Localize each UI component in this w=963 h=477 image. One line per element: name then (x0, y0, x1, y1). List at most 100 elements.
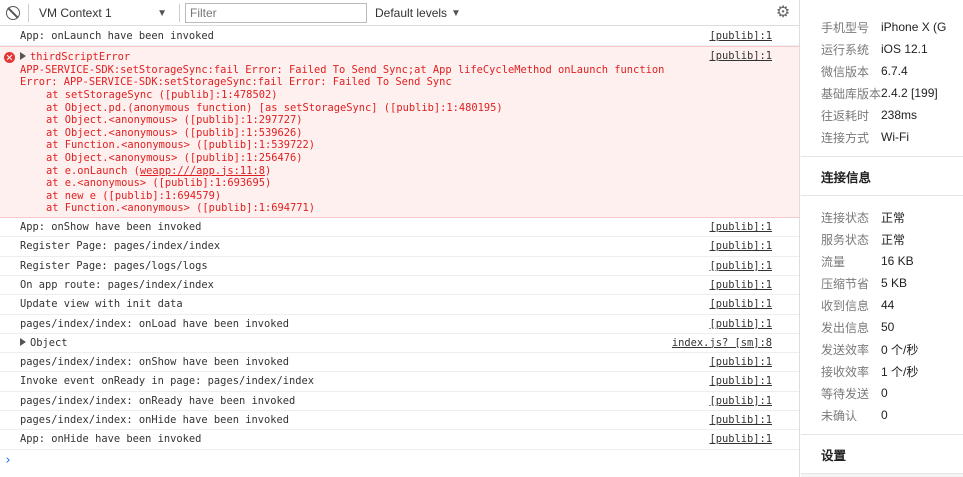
message-text: Register Page: pages/index/index (20, 240, 221, 253)
source-link[interactable]: [publib]:1 (709, 50, 772, 63)
info-row: 流量 16 KB (801, 250, 963, 272)
error-icon (4, 52, 15, 64)
stack-frame: at Function.<anonymous> ([publib]:1:5397… (20, 139, 799, 152)
log-levels-label: Default levels (375, 6, 448, 20)
source-link[interactable]: [publib]:1 (709, 221, 772, 234)
message-text: App: onHide have been invoked (20, 433, 202, 446)
info-key: 发出信息 (821, 320, 870, 335)
error-line-suffix: ) (264, 164, 272, 177)
log-message: On app route: pages/index/index [publib]:… (0, 276, 799, 296)
source-link[interactable]: [publib]:1 (709, 298, 772, 311)
info-value: 0 个/秒 (881, 342, 919, 357)
chevron-down-icon: ▼ (451, 7, 461, 19)
source-link[interactable]: [publib]:1 (709, 318, 772, 331)
info-value: 238ms (881, 108, 918, 122)
stack-frame: at e.<anonymous> ([publib]:1:693695) (20, 177, 799, 190)
info-value: 1 个/秒 (881, 364, 919, 379)
info-row: 连接状态 正常 (801, 206, 963, 228)
message-text: pages/index/index: onShow have been invo… (20, 356, 289, 369)
source-link[interactable]: index.js? [sm]:8 (672, 337, 772, 350)
info-key: 接收效率 (821, 364, 870, 379)
info-value: 16 KB (881, 254, 914, 268)
source-link[interactable]: [publib]:1 (709, 356, 772, 369)
info-key: 服务状态 (821, 232, 870, 247)
debug-info-panel: 手机型号 iPhone X (G 运行系统 iOS 12.1 微信版本 6.7.4 基础库版… (801, 0, 963, 477)
chevron-down-icon: ▼ (157, 7, 167, 19)
error-text: Error: APP-SERVICE-SDK:setStorageSync:fa… (20, 76, 799, 89)
log-message: Register Page: pages/index/index [publib]… (0, 237, 799, 257)
message-text: Register Page: pages/logs/logs (20, 259, 208, 272)
source-link[interactable]: [publib]:1 (709, 260, 772, 273)
settings-heading[interactable]: 设置 (801, 434, 963, 474)
context-select[interactable]: VM Context 1 ▼ (33, 4, 173, 22)
info-value: Wi-Fi (881, 130, 909, 144)
info-row: 收到信息 44 (801, 294, 963, 316)
error-line-text: at Function.<anonymous> ([publib]:1:5397… (46, 139, 315, 152)
info-key: 手机型号 (821, 20, 870, 35)
info-row: 基础库版本 2.4.2 [199] (801, 82, 963, 104)
stack-frame: at Function.<anonymous> ([publib]:1:6947… (20, 202, 799, 215)
stack-frame: at Object.<anonymous> ([publib]:1:297727… (20, 114, 799, 127)
info-key: 运行系统 (821, 42, 870, 57)
object-message[interactable]: Object index.js? [sm]:8 (0, 334, 799, 354)
expand-triangle-icon[interactable] (20, 337, 26, 346)
error-line-text: at e.<anonymous> ([publib]:1:693695) (46, 177, 272, 190)
error-line-text: at e.onLaunch ( (46, 164, 140, 177)
console-panel: VM Context 1 ▼ Default levels ▼ ⚙ App: o… (0, 0, 800, 477)
info-value: 正常 (881, 210, 906, 225)
info-key: 收到信息 (821, 298, 870, 313)
log-message: pages/index/index: onLoad have been invo… (0, 315, 799, 334)
gear-icon[interactable]: ⚙ (775, 5, 791, 21)
info-row: 未确认 0 (801, 404, 963, 426)
info-key: 往返耗时 (821, 108, 870, 123)
expand-triangle-icon[interactable] (20, 52, 26, 61)
console-messages: App: onLaunch have been invoked [publib]:… (0, 27, 799, 450)
console-toolbar: VM Context 1 ▼ Default levels ▼ ⚙ (0, 0, 799, 26)
device-info-section: 手机型号 iPhone X (G 运行系统 iOS 12.1 微信版本 6.7.4 基础库版… (801, 0, 963, 156)
source-link[interactable]: weapp:///app.js:11:8 (140, 165, 265, 177)
stack-frame: at Object.<anonymous> ([publib]:1:256476… (20, 152, 799, 165)
error-line-text: APP-SERVICE-SDK:setStorageSync:fail Erro… (20, 63, 665, 76)
info-key: 等待发送 (821, 386, 870, 401)
log-message: pages/index/index: onShow have been invo… (0, 353, 799, 373)
info-row: 服务状态 正常 (801, 228, 963, 250)
source-link[interactable]: [publib]:1 (709, 395, 772, 408)
log-message: Update view with init data [publib]:1 (0, 295, 799, 315)
info-value: 正常 (881, 232, 906, 247)
error-title-text: thirdScriptError (30, 51, 131, 64)
clear-console-icon[interactable] (6, 6, 20, 20)
connection-info-section: 连接状态 正常 服务状态 正常 流量 16 KB 压缩节省 5 KB 收到信息 44 发出信息 50 发… (801, 196, 963, 434)
log-message: App: onShow have been invoked [publib]:1 (0, 218, 799, 238)
object-label[interactable]: Object (30, 337, 68, 349)
info-value: 5 KB (881, 276, 908, 290)
info-value: 0 (881, 386, 888, 400)
info-value: iOS 12.1 (881, 42, 928, 56)
info-row: 压缩节省 5 KB (801, 272, 963, 294)
toolbar-divider (179, 4, 180, 22)
error-line-text: at new e ([publib]:1:694579) (46, 189, 222, 202)
info-value: iPhone X (G (881, 20, 947, 34)
info-value: 44 (881, 298, 895, 312)
stack-frame: at setStorageSync ([publib]:1:478502) (20, 89, 799, 102)
info-row: 手机型号 iPhone X (G (801, 16, 963, 38)
error-line-text: at Object.<anonymous> ([publib]:1:539626… (46, 126, 303, 139)
console-prompt[interactable]: › (4, 453, 12, 468)
info-row: 连接方式 Wi-Fi (801, 126, 963, 148)
source-link[interactable]: [publib]:1 (709, 433, 772, 446)
source-link[interactable]: [publib]:1 (709, 240, 772, 253)
message-text: Update view with init data (20, 298, 183, 311)
info-value: 6.7.4 (881, 64, 908, 78)
source-link[interactable]: [publib]:1 (709, 279, 772, 292)
source-link[interactable]: [publib]:1 (709, 375, 772, 388)
source-link[interactable]: [publib]:1 (709, 30, 772, 43)
stack-frame: at Object.<anonymous> ([publib]:1:539626… (20, 126, 799, 140)
log-message: Register Page: pages/logs/logs [publib]:1 (0, 257, 799, 276)
info-key: 流量 (821, 254, 846, 269)
info-row: 运行系统 iOS 12.1 (801, 38, 963, 60)
source-link[interactable]: [publib]:1 (709, 414, 772, 427)
log-levels-select[interactable]: Default levels ▼ (375, 4, 461, 22)
filter-input[interactable] (185, 3, 367, 23)
info-row: 往返耗时 238ms (801, 104, 963, 126)
error-title[interactable]: thirdScriptError (20, 51, 799, 64)
log-message: pages/index/index: onHide have been invo… (0, 411, 799, 431)
